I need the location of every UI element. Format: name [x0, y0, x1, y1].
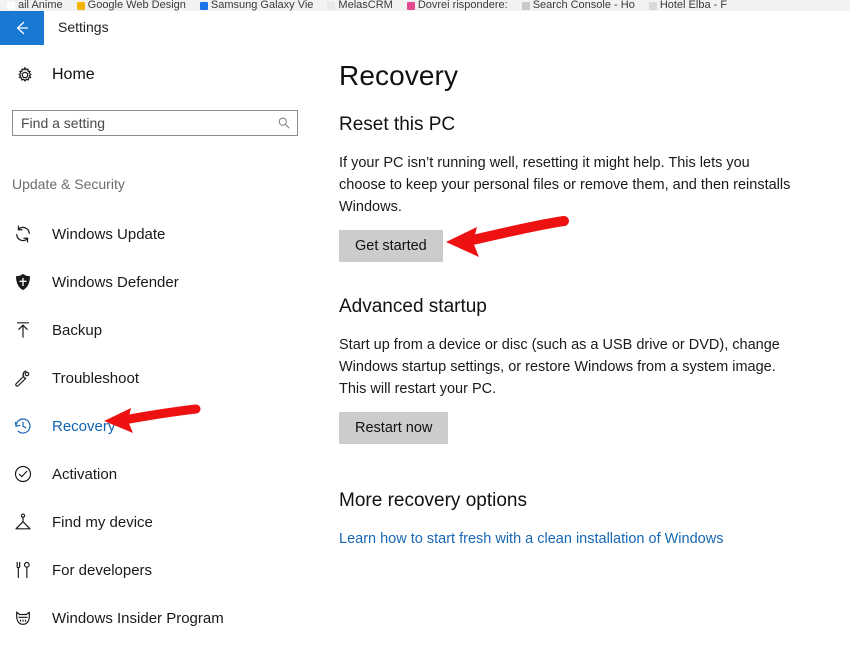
search-input[interactable] — [13, 111, 271, 135]
section-title: Reset this PC — [339, 114, 456, 135]
more-recovery-options-section: More recovery options Learn how to start… — [339, 490, 839, 548]
sidebar-group-title: Update & Security — [12, 176, 125, 192]
settings-sidebar: Home Update & Security — [0, 48, 322, 657]
app-title: Settings — [58, 19, 109, 35]
bookmark-label: MelasCRM — [338, 0, 393, 11]
sidebar-item-label: Troubleshoot — [52, 369, 139, 387]
check-circle-icon — [12, 463, 34, 485]
sidebar-item-label: Activation — [52, 465, 118, 483]
sidebar-item-label: Recovery — [52, 417, 116, 435]
sidebar-item-label: Windows Defender — [52, 273, 179, 291]
search-icon[interactable] — [271, 111, 297, 135]
restart-now-button[interactable]: Restart now — [339, 412, 449, 444]
page-title: Recovery — [339, 60, 459, 91]
bookmark-favicon-icon — [327, 2, 336, 10]
arrow-left-icon — [16, 21, 29, 35]
sync-icon — [12, 223, 34, 245]
sidebar-item-label: Windows Update — [52, 225, 166, 243]
bookmark-item[interactable]: Samsung Galaxy Vie — [193, 0, 321, 11]
section-title: More recovery options — [339, 490, 527, 511]
sidebar-item-backup[interactable]: Backup — [0, 306, 322, 354]
bookmark-item[interactable]: Search Console - Ho — [515, 0, 642, 11]
bookmark-label: Hotel Elba - F — [659, 0, 728, 11]
sidebar-item-label: Windows Insider Program — [52, 609, 224, 627]
tools-icon — [12, 559, 34, 581]
bookmark-favicon-icon — [521, 2, 530, 10]
section-description: If your PC isn’t running well, resetting… — [339, 155, 791, 215]
history-clock-icon — [12, 415, 34, 437]
sidebar-item-find-my-device[interactable]: Find my device — [0, 498, 322, 546]
bookmark-label: Search Console - Ho — [532, 0, 635, 11]
bookmark-item[interactable]: MelasCRM — [320, 0, 399, 11]
sidebar-item-troubleshoot[interactable]: Troubleshoot — [0, 354, 322, 402]
sidebar-item-label: Find my device — [52, 513, 153, 531]
bookmark-item[interactable]: Google Web Design — [70, 0, 193, 11]
bookmark-favicon-icon — [648, 2, 657, 10]
sidebar-item-windows-update[interactable]: Windows Update — [0, 210, 322, 258]
sidebar-item-windows-defender[interactable]: Windows Defender — [0, 258, 322, 306]
advanced-startup-section: Advanced startup Start up from a device … — [339, 296, 839, 444]
sidebar-item-label: For developers — [52, 561, 153, 579]
get-started-button[interactable]: Get started — [339, 230, 443, 262]
main-content: Recovery Reset this PC If your PC isn’t … — [339, 48, 839, 548]
bookmark-favicon-icon — [406, 2, 415, 10]
section-title: Advanced startup — [339, 296, 487, 317]
search-box[interactable] — [12, 110, 298, 136]
sidebar-item-for-developers[interactable]: For developers — [0, 546, 322, 594]
bookmark-item[interactable]: Hotel Elba - F — [642, 0, 734, 11]
sidebar-item-windows-insider-program[interactable]: Windows Insider Program — [0, 594, 322, 642]
upload-arrow-icon — [12, 319, 34, 341]
sidebar-nav-list: Windows Update Windows Defender Backup T… — [0, 210, 322, 642]
wrench-icon — [12, 367, 34, 389]
sidebar-item-label: Home — [52, 66, 95, 83]
shield-icon — [12, 271, 34, 293]
find-device-icon — [12, 511, 34, 533]
bookmark-item[interactable]: ail Anime — [0, 0, 70, 11]
bookmark-label: Dovrei rispondere: — [417, 0, 508, 11]
ninjacat-icon — [12, 607, 34, 629]
bookmark-item[interactable]: Dovrei rispondere: — [400, 0, 515, 11]
gear-icon — [14, 64, 36, 86]
bookmark-label: Samsung Galaxy Vie — [210, 0, 314, 11]
sidebar-item-activation[interactable]: Activation — [0, 450, 322, 498]
reset-this-pc-section: Reset this PC If your PC isn’t running w… — [339, 114, 839, 262]
sidebar-item-recovery[interactable]: Recovery — [0, 402, 322, 450]
sidebar-item-home[interactable]: Home — [14, 64, 95, 86]
sidebar-item-label: Backup — [52, 321, 103, 339]
bookmark-label: Google Web Design — [87, 0, 186, 11]
bookmark-favicon-icon — [7, 2, 15, 10]
bookmark-favicon-icon — [76, 2, 85, 10]
section-description: Start up from a device or disc (such as … — [339, 337, 780, 397]
back-button[interactable] — [0, 11, 44, 45]
clean-installation-link[interactable]: Learn how to start fresh with a clean in… — [339, 531, 723, 547]
bookmark-favicon-icon — [199, 2, 208, 10]
bookmark-label: ail Anime — [18, 0, 63, 11]
settings-titlebar: Settings — [0, 11, 850, 45]
